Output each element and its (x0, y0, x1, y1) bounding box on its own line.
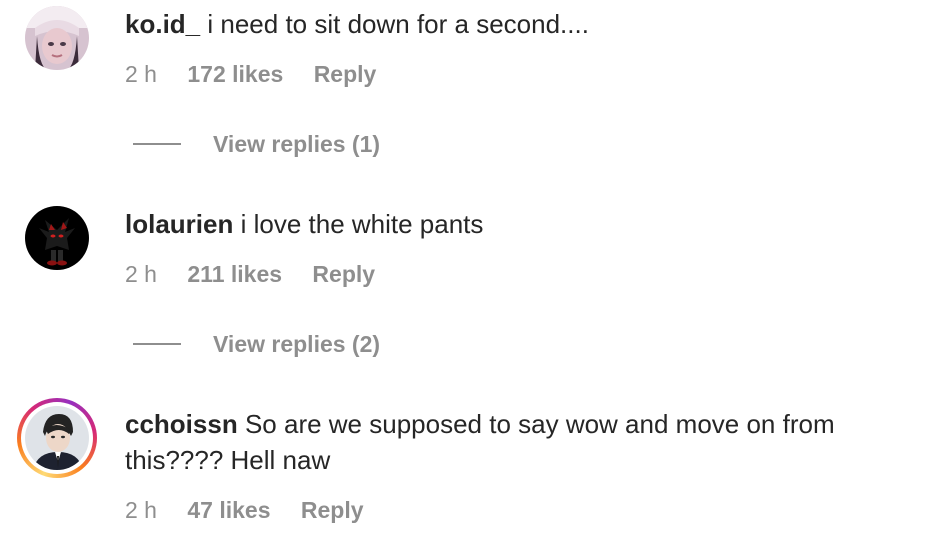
avatar[interactable] (25, 206, 89, 270)
avatar-image (25, 406, 89, 470)
comment-meta: 2 h 211 likes Reply (125, 259, 375, 289)
comment-text: ko.id_ i need to sit down for a second..… (125, 6, 915, 42)
replies-divider (133, 343, 181, 345)
comment-text: lolaurien i love the white pants (125, 206, 915, 242)
likes-count[interactable]: 172 likes (187, 61, 283, 87)
avatar-image (25, 206, 89, 270)
reply-button[interactable]: Reply (301, 497, 364, 523)
comment-body: i need to sit down for a second.... (207, 9, 589, 39)
comment-username[interactable]: cchoissn (125, 409, 238, 439)
comment-text: cchoissn So are we supposed to say wow a… (125, 406, 915, 478)
reply-button[interactable]: Reply (314, 61, 377, 87)
replies-divider (133, 143, 181, 145)
reply-button[interactable]: Reply (312, 261, 375, 287)
comment-time: 2 h (125, 497, 157, 523)
avatar (25, 406, 89, 470)
comment-body: i love the white pants (240, 209, 484, 239)
view-replies-label: View replies (1) (213, 131, 381, 157)
avatar-story-ring[interactable] (17, 398, 97, 478)
avatar-image (25, 6, 89, 70)
view-replies-button[interactable]: View replies (2) (133, 329, 380, 359)
avatar[interactable] (25, 6, 89, 70)
view-replies-button[interactable]: View replies (1) (133, 129, 380, 159)
comment-username[interactable]: ko.id_ (125, 9, 200, 39)
view-replies-label: View replies (2) (213, 331, 381, 357)
likes-count[interactable]: 211 likes (187, 261, 282, 287)
comment-username[interactable]: lolaurien (125, 209, 233, 239)
comment-time: 2 h (125, 261, 157, 287)
likes-count[interactable]: 47 likes (187, 497, 270, 523)
comment-meta: 2 h 172 likes Reply (125, 59, 376, 89)
comment-time: 2 h (125, 61, 157, 87)
comment-meta: 2 h 47 likes Reply (125, 495, 364, 525)
